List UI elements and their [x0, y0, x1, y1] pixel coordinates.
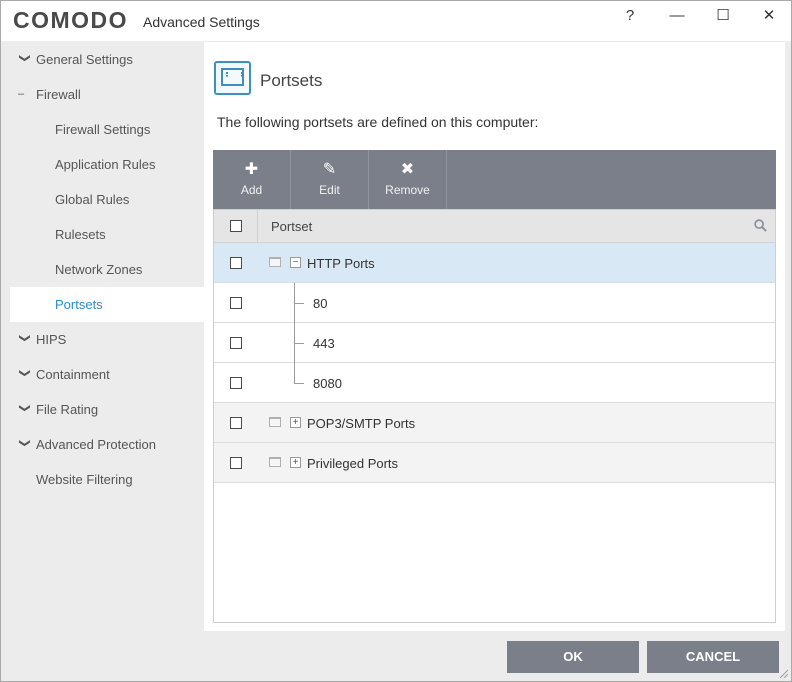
row-checkbox[interactable] [230, 457, 242, 469]
plus-icon: ✚ [244, 161, 259, 178]
help-button[interactable]: ? [615, 5, 645, 29]
table-row-http-ports[interactable]: − HTTP Ports [214, 243, 775, 283]
add-button-label: Add [240, 183, 263, 197]
sidebar-item-label: Global Rules [55, 192, 130, 207]
tree-line [294, 303, 304, 304]
sidebar-item-application-rules[interactable]: Application Rules [10, 147, 204, 182]
sidebar-item-label: Portsets [55, 297, 103, 312]
sidebar-item-containment[interactable]: ❯ Containment [10, 357, 204, 392]
window-title: Advanced Settings [143, 14, 260, 30]
collapse-icon: – [18, 88, 25, 100]
remove-button[interactable]: ✖ Remove [369, 150, 447, 209]
sidebar-item-label: Application Rules [55, 157, 156, 172]
add-button[interactable]: ✚ Add [213, 150, 291, 209]
port-value: 8080 [313, 376, 342, 391]
sidebar-item-firewall[interactable]: – Firewall [10, 77, 204, 112]
sidebar-item-label: Website Filtering [36, 472, 133, 487]
sidebar-item-label: Rulesets [55, 227, 106, 242]
tree-line [294, 383, 304, 384]
table-row-port-80[interactable]: 80 [214, 283, 775, 323]
edit-button-label: Edit [319, 183, 340, 197]
portsets-panel: Portsets The following portsets are defi… [204, 42, 785, 631]
row-checkbox[interactable] [230, 297, 242, 309]
sidebar-item-label: HIPS [36, 332, 67, 347]
column-header-portset[interactable]: Portset [271, 219, 312, 234]
port-value: 80 [313, 296, 328, 311]
sidebar-item-label: General Settings [36, 52, 133, 67]
sidebar-item-hips[interactable]: ❯ HIPS [10, 322, 204, 357]
expand-icon[interactable]: + [290, 417, 301, 428]
edit-button[interactable]: ✎ Edit [291, 150, 369, 209]
sidebar-item-network-zones[interactable]: Network Zones [10, 252, 204, 287]
portset-toolbar: ✚ Add ✎ Edit ✖ Remove [213, 150, 776, 209]
sidebar-item-global-rules[interactable]: Global Rules [10, 182, 204, 217]
title-bar: COMODO Advanced Settings ? — ☐ ✕ [1, 1, 791, 41]
sidebar-item-rulesets[interactable]: Rulesets [10, 217, 204, 252]
table-row-privileged-ports[interactable]: + Privileged Ports [214, 443, 775, 483]
sidebar-item-firewall-settings[interactable]: Firewall Settings [10, 112, 204, 147]
row-checkbox[interactable] [230, 257, 242, 269]
cancel-button[interactable]: CANCEL [647, 641, 779, 673]
folder-icon [269, 457, 281, 467]
sidebar-item-portsets[interactable]: Portsets [10, 287, 204, 322]
folder-icon [269, 257, 281, 267]
settings-sidebar: ❯ General Settings – Firewall Firewall S… [10, 42, 204, 631]
table-row-port-8080[interactable]: 8080 [214, 363, 775, 403]
portset-name: POP3/SMTP Ports [307, 416, 416, 431]
remove-button-label: Remove [385, 183, 430, 197]
pencil-icon: ✎ [322, 161, 337, 178]
tree-line [294, 343, 304, 344]
remove-icon: ✖ [400, 161, 415, 178]
portset-name: Privileged Ports [307, 456, 399, 471]
sidebar-item-website-filtering[interactable]: Website Filtering [10, 462, 204, 497]
port-value: 443 [313, 336, 335, 351]
sidebar-item-file-rating[interactable]: ❯ File Rating [10, 392, 204, 427]
search-icon[interactable] [754, 219, 767, 232]
table-header: Portset [214, 210, 775, 243]
sidebar-item-advanced-protection[interactable]: ❯ Advanced Protection [10, 427, 204, 462]
sidebar-item-label: Network Zones [55, 262, 143, 277]
portset-name: HTTP Ports [307, 256, 375, 271]
page-description: The following portsets are defined on th… [217, 114, 539, 130]
select-all-checkbox[interactable] [230, 220, 242, 232]
page-title: Portsets [260, 71, 323, 90]
advanced-settings-window: COMODO Advanced Settings ? — ☐ ✕ ❯ Gener… [0, 0, 792, 682]
sidebar-item-label: Containment [36, 367, 110, 382]
table-row-pop3-smtp-ports[interactable]: + POP3/SMTP Ports [214, 403, 775, 443]
minimize-button[interactable]: — [662, 5, 692, 29]
close-button[interactable]: ✕ [754, 5, 784, 29]
portset-table: Portset − HTTP Ports 80 443 8080 + POP3/… [213, 209, 776, 623]
row-checkbox[interactable] [230, 417, 242, 429]
sidebar-item-general-settings[interactable]: ❯ General Settings [10, 42, 204, 77]
sidebar-item-label: Advanced Protection [36, 437, 156, 452]
collapse-icon[interactable]: − [290, 257, 301, 268]
resize-grip-icon[interactable] [778, 668, 788, 678]
tree-line [294, 363, 295, 384]
sidebar-item-label: Firewall Settings [55, 122, 151, 137]
comodo-logo: COMODO [13, 7, 129, 33]
ok-button[interactable]: OK [507, 641, 639, 673]
folder-icon [269, 417, 281, 427]
table-row-port-443[interactable]: 443 [214, 323, 775, 363]
expand-icon[interactable]: + [290, 457, 301, 468]
row-checkbox[interactable] [230, 377, 242, 389]
row-checkbox[interactable] [230, 337, 242, 349]
sidebar-item-label: Firewall [36, 87, 81, 102]
column-divider [257, 210, 258, 243]
portset-icon [214, 61, 251, 95]
maximize-button[interactable]: ☐ [708, 5, 738, 29]
sidebar-item-label: File Rating [36, 402, 99, 417]
